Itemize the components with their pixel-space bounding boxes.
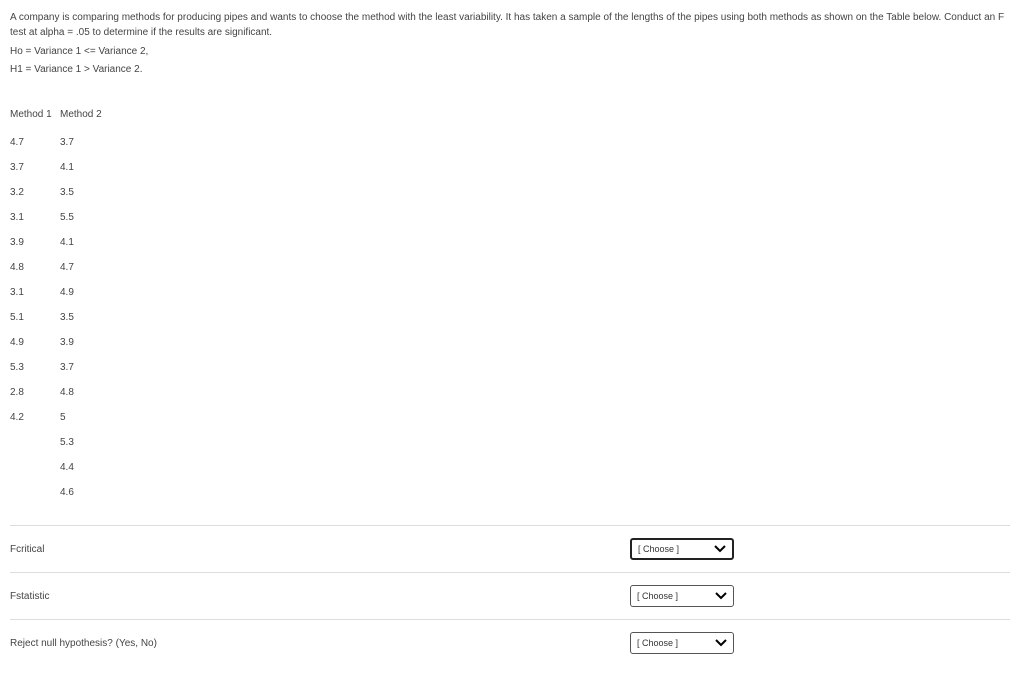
fcritical-label: Fcritical	[10, 544, 630, 555]
fstatistic-label: Fstatistic	[10, 591, 630, 602]
table-cell: 3.2	[10, 187, 60, 198]
reject-null-label: Reject null hypothesis? (Yes, No)	[10, 638, 630, 649]
question-reject-null-row: Reject null hypothesis? (Yes, No) [ Choo…	[10, 619, 1010, 666]
chevron-down-icon	[715, 592, 727, 600]
problem-statement: A company is comparing methods for produ…	[10, 10, 1010, 40]
chevron-down-icon	[715, 639, 727, 647]
table-row: 3.23.5	[10, 180, 1010, 205]
dropdown-placeholder: [ Choose ]	[637, 591, 678, 601]
question-fstatistic-row: Fstatistic [ Choose ]	[10, 572, 1010, 619]
table-cell: 3.7	[10, 162, 60, 173]
table-cell: 4.1	[60, 162, 110, 173]
table-cell	[10, 437, 60, 448]
fcritical-dropdown[interactable]: [ Choose ]	[630, 538, 734, 560]
table-cell: 5.5	[60, 212, 110, 223]
table-row: 4.84.7	[10, 255, 1010, 280]
table-cell: 3.1	[10, 287, 60, 298]
table-cell: 3.9	[60, 337, 110, 348]
table-row: 3.14.9	[10, 280, 1010, 305]
table-row: 4.25	[10, 405, 1010, 430]
dropdown-placeholder: [ Choose ]	[637, 638, 678, 648]
table-cell: 3.7	[60, 362, 110, 373]
table-cell: 3.7	[60, 137, 110, 148]
table-body: 4.73.73.74.13.23.53.15.53.94.14.84.73.14…	[10, 130, 1010, 505]
table-cell: 4.8	[60, 387, 110, 398]
table-cell: 4.4	[60, 462, 110, 473]
table-cell: 4.7	[60, 262, 110, 273]
reject-null-dropdown[interactable]: [ Choose ]	[630, 632, 734, 654]
table-row: 5.3	[10, 430, 1010, 455]
table-row: 4.73.7	[10, 130, 1010, 155]
table-cell: 3.5	[60, 312, 110, 323]
table-row: 2.84.8	[10, 380, 1010, 405]
table-cell: 2.8	[10, 387, 60, 398]
table-row: 3.15.5	[10, 205, 1010, 230]
table-cell: 4.7	[10, 137, 60, 148]
table-cell: 4.1	[60, 237, 110, 248]
data-table: Method 1 Method 2 4.73.73.74.13.23.53.15…	[10, 109, 1010, 505]
table-cell: 3.1	[10, 212, 60, 223]
table-cell: 3.9	[10, 237, 60, 248]
table-row: 5.13.5	[10, 305, 1010, 330]
table-row: 4.6	[10, 480, 1010, 505]
table-cell	[10, 487, 60, 498]
hypothesis-h1: H1 = Variance 1 > Variance 2.	[10, 61, 1010, 79]
table-row: 3.94.1	[10, 230, 1010, 255]
table-row: 4.4	[10, 455, 1010, 480]
table-row: 5.33.7	[10, 355, 1010, 380]
fstatistic-dropdown[interactable]: [ Choose ]	[630, 585, 734, 607]
table-row: 3.74.1	[10, 155, 1010, 180]
table-cell: 4.6	[60, 487, 110, 498]
questions-section: Fcritical [ Choose ] Fstatistic [ Choose…	[10, 525, 1010, 666]
header-method-2: Method 2	[60, 109, 110, 120]
table-row: 4.93.9	[10, 330, 1010, 355]
table-cell: 5.3	[10, 362, 60, 373]
table-cell: 4.2	[10, 412, 60, 423]
table-cell: 3.5	[60, 187, 110, 198]
table-cell: 4.8	[10, 262, 60, 273]
table-cell: 4.9	[60, 287, 110, 298]
chevron-down-icon	[714, 545, 726, 553]
hypothesis-ho: Ho = Variance 1 <= Variance 2,	[10, 43, 1010, 61]
dropdown-placeholder: [ Choose ]	[638, 544, 679, 554]
table-cell: 5	[60, 412, 110, 423]
question-fcritical-row: Fcritical [ Choose ]	[10, 525, 1010, 572]
header-method-1: Method 1	[10, 109, 60, 120]
table-cell: 5.3	[60, 437, 110, 448]
table-cell: 4.9	[10, 337, 60, 348]
table-cell: 5.1	[10, 312, 60, 323]
table-header-row: Method 1 Method 2	[10, 109, 1010, 120]
table-cell	[10, 462, 60, 473]
